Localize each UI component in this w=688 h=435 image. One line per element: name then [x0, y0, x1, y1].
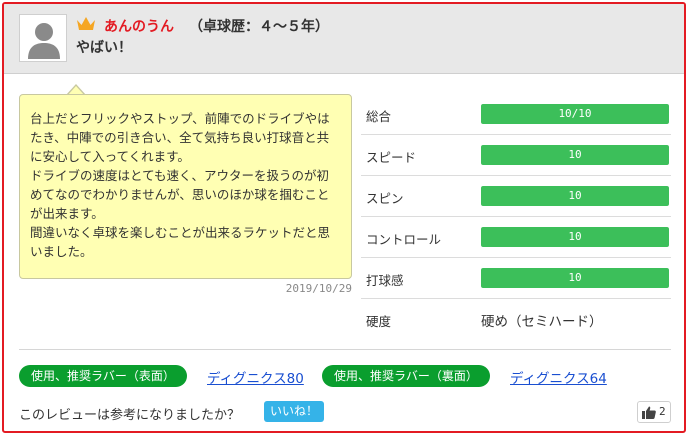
- rating-value: 10: [568, 189, 582, 202]
- rating-label: スピン: [366, 191, 404, 206]
- rating-bar: 10: [481, 268, 669, 288]
- crown-icon: [77, 17, 95, 30]
- back-rubber-link[interactable]: ディグニクス64: [510, 367, 607, 387]
- review-comment: 台上だとフリックやストップ、前陣でのドライブやはたき、中陣での引き合い、全て気持…: [19, 94, 352, 279]
- rating-bar: 10: [481, 186, 669, 206]
- rating-label: 総合: [366, 109, 392, 124]
- rating-label: コントロール: [366, 232, 442, 247]
- back-rubber-badge: 使用、推奨ラバー（裏面）: [322, 365, 490, 387]
- like-count: 2: [659, 405, 666, 418]
- front-rubber-link[interactable]: ディグニクス80: [207, 367, 304, 387]
- hardness-label: 硬度: [366, 314, 392, 329]
- thumbs-up-icon: [642, 406, 656, 419]
- hardness-value: 硬め（セミハード）: [481, 314, 603, 330]
- front-rubber-badge: 使用、推奨ラバー（表面）: [19, 365, 187, 387]
- helpful-question: このレビューは参考になりましたか？: [19, 408, 241, 423]
- like-button[interactable]: いいね！: [264, 401, 325, 422]
- reviewer-name[interactable]: あんのうん: [104, 16, 174, 36]
- rating-row-overall: 総合 10/10: [361, 94, 671, 135]
- rating-row-hardness: 硬度 硬め（セミハード）: [361, 299, 671, 340]
- rating-bar: 10: [481, 145, 669, 165]
- rating-row-feel: 打球感 10: [361, 258, 671, 299]
- rating-bar: 10/10: [481, 104, 669, 124]
- rating-label: 打球感: [366, 273, 404, 288]
- rating-label: スピード: [366, 150, 417, 165]
- rating-row-speed: スピード 10: [361, 135, 671, 176]
- rating-bar: 10: [481, 227, 669, 247]
- divider: [19, 349, 671, 350]
- rating-value: 10: [568, 230, 582, 243]
- review-title: やばい！: [76, 40, 132, 56]
- rating-row-spin: スピン 10: [361, 176, 671, 217]
- like-count-box: 2: [637, 401, 671, 423]
- review-header: あんのうん （卓球歴：４～５年） やばい！: [4, 4, 684, 74]
- ratings-table: 総合 10/10 スピード 10 スピン 10 コントロール 10 打球感 10…: [361, 94, 671, 340]
- rating-row-control: コントロール 10: [361, 217, 671, 258]
- rating-value: 10: [568, 271, 582, 284]
- review-card: あんのうん （卓球歴：４～５年） やばい！ 台上だとフリックやストップ、前陣での…: [2, 2, 686, 433]
- review-date: 2019/10/29: [285, 282, 352, 295]
- avatar: [19, 14, 67, 62]
- reviewer-career: （卓球歴：４～５年）: [189, 19, 329, 35]
- rating-value: 10: [568, 148, 582, 161]
- rating-value: 10/10: [558, 107, 592, 120]
- user-avatar-icon: [28, 23, 60, 59]
